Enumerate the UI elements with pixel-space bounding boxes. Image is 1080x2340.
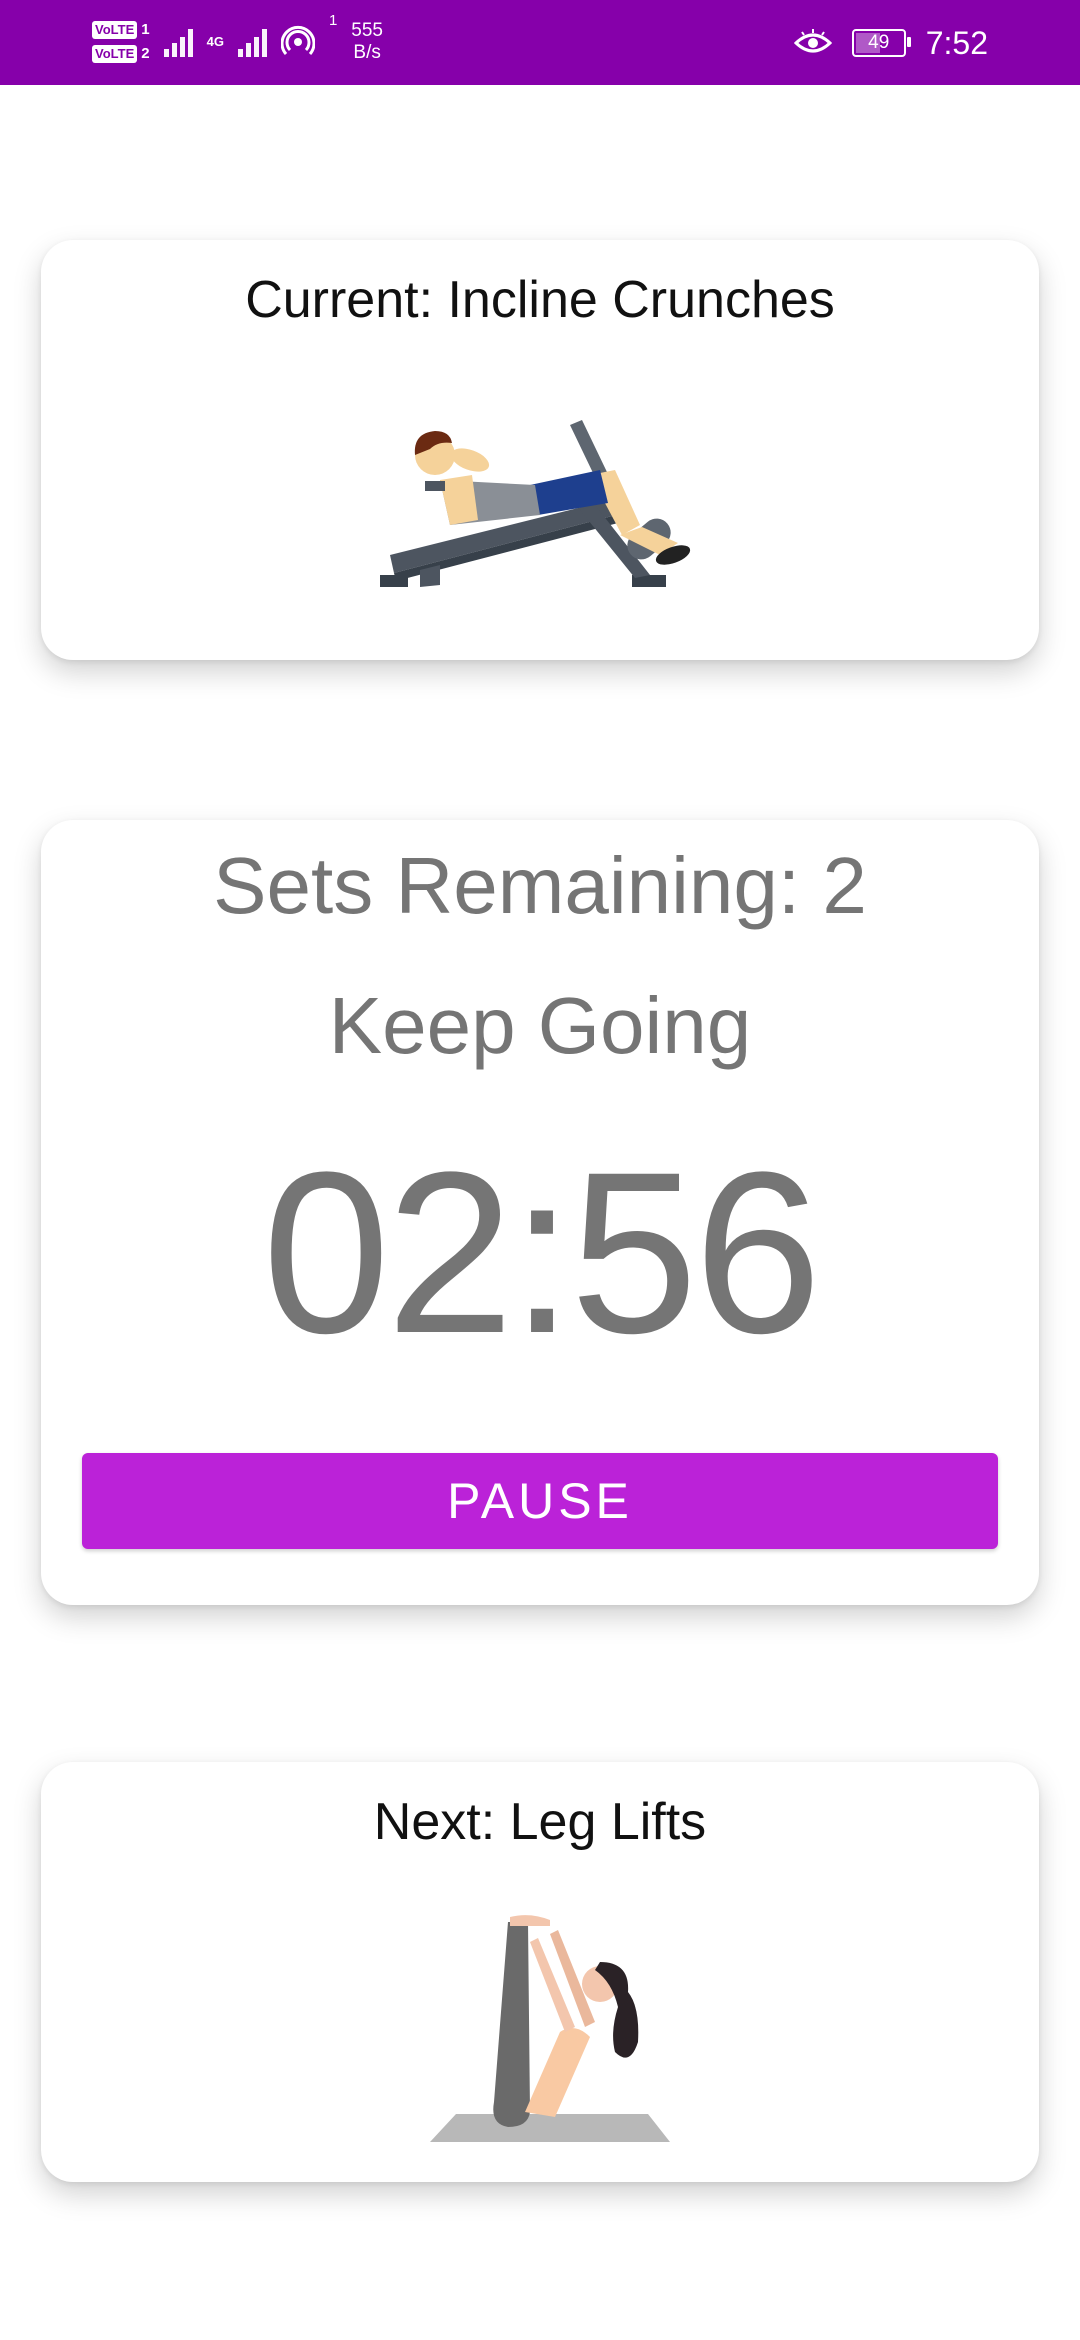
- network-label: 4G: [206, 34, 224, 49]
- signal-2-icon: [237, 27, 267, 57]
- clock: 7:52: [925, 24, 988, 61]
- leg-lifts-illustration: [430, 1915, 670, 2142]
- battery-level: 49: [868, 32, 890, 53]
- incline-crunches-illustration: [380, 420, 691, 587]
- sim2-volte-tag: VoLTE: [92, 45, 138, 63]
- sim-indicators: VoLTE 1 VoLTE 2: [92, 21, 150, 63]
- status-right: 49 7:52: [793, 18, 988, 68]
- motivation-text: Keep Going: [328, 981, 752, 1070]
- sim2-indicator: VoLTE 2: [92, 45, 150, 63]
- speed-unit: B/s: [353, 42, 381, 63]
- sim1-volte-tag: VoLTE: [92, 21, 138, 39]
- sim1-indicator: VoLTE 1: [92, 21, 150, 39]
- current-exercise-card: Current: Incline Crunches: [41, 240, 1039, 660]
- sets-remaining: Sets Remaining: 2: [213, 841, 867, 930]
- battery-icon: 49: [851, 29, 911, 57]
- pause-button[interactable]: PAUSE: [82, 1453, 998, 1549]
- current-exercise-title: Current: Incline Crunches: [245, 271, 835, 329]
- eye-comfort-icon: [793, 29, 832, 53]
- network-type: 4G: [207, 35, 224, 49]
- status-bar: VoLTE 1 VoLTE 2 4G 1 555 B/s 49 7:52: [0, 0, 1080, 85]
- next-exercise-card: Next: Leg Lifts: [41, 1762, 1039, 2182]
- hotspot-icon: [280, 25, 315, 55]
- network-speed: 555 B/s: [351, 20, 383, 64]
- timer-card: Sets Remaining: 2 Keep Going 02:56 PAUSE: [41, 820, 1039, 1605]
- sim1-slot: 1: [141, 21, 150, 38]
- status-left: VoLTE 1 VoLTE 2 4G 1 555 B/s: [92, 12, 383, 72]
- countdown-timer: 02:56: [262, 1124, 822, 1381]
- signal-1-icon: [163, 27, 193, 57]
- speed-value: 555: [351, 20, 383, 41]
- hotspot-count: 1: [328, 12, 338, 29]
- next-exercise-title: Next: Leg Lifts: [373, 1793, 707, 1851]
- sim2-slot: 2: [141, 45, 150, 62]
